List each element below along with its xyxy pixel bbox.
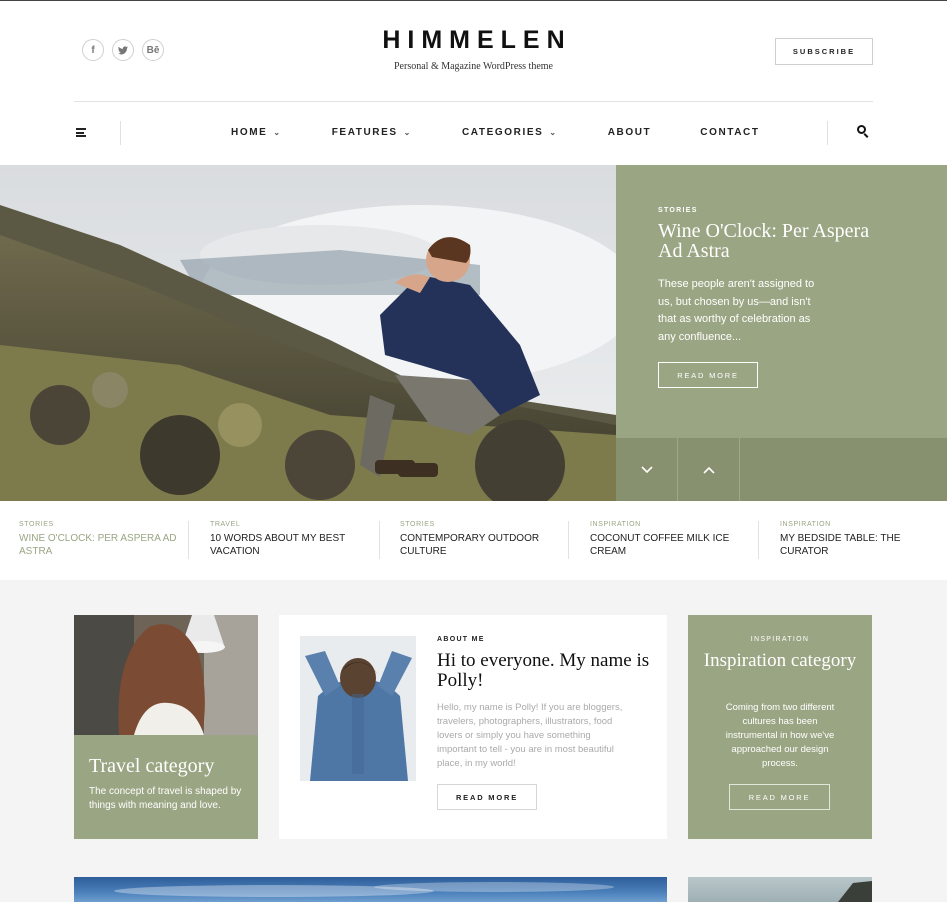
- header-divider: [74, 101, 873, 102]
- about-photo: [300, 636, 416, 781]
- featured-posts-strip: STORIES WINE O'CLOCK: PER ASPERA AD ASTR…: [0, 501, 947, 580]
- inspiration-title[interactable]: Inspiration category: [688, 651, 872, 671]
- woman-hair-photo: [74, 615, 258, 735]
- strip-item[interactable]: STORIES WINE O'CLOCK: PER ASPERA AD ASTR…: [19, 521, 179, 558]
- strip-item[interactable]: STORIES CONTEMPORARY OUTDOOR CULTURE: [400, 521, 560, 558]
- post-image-mountain[interactable]: [688, 877, 872, 902]
- hamburger-icon[interactable]: [76, 128, 86, 137]
- strip-divider: [379, 521, 380, 559]
- nav-divider-right: [827, 121, 828, 145]
- hero-read-more-button[interactable]: READ MORE: [658, 362, 758, 388]
- chevron-down-icon: ⌄: [273, 128, 282, 137]
- about-headline: Hi to everyone. My name is Polly!: [437, 650, 650, 691]
- nav-item-features[interactable]: FEATURES ⌄: [332, 127, 412, 138]
- strip-item-category: TRAVEL: [210, 521, 241, 528]
- strip-item-title[interactable]: MY BEDSIDE TABLE: THE CURATOR: [780, 533, 940, 558]
- girl-denim-jacket-photo: [300, 636, 416, 781]
- nav-divider-left: [120, 121, 121, 145]
- hero-title[interactable]: Wine O'Clock: Per Aspera Ad Astra: [658, 221, 878, 261]
- post-image-sky[interactable]: [74, 877, 667, 902]
- chevron-down-icon: ⌄: [549, 128, 558, 137]
- hero-arrows: [616, 438, 947, 501]
- strip-divider: [188, 521, 189, 559]
- slider-prev-button[interactable]: [678, 438, 740, 501]
- strip-divider: [758, 521, 759, 559]
- strip-item-title[interactable]: CONTEMPORARY OUTDOOR CULTURE: [400, 533, 560, 558]
- travel-category-card[interactable]: Travel category The concept of travel is…: [74, 615, 258, 839]
- nav-item-label: HOME: [231, 127, 268, 138]
- strip-item[interactable]: TRAVEL 10 WORDS ABOUT MY BEST VACATION: [210, 521, 370, 558]
- sky-clouds-photo: [114, 882, 614, 897]
- strip-item-category: STORIES: [19, 521, 54, 528]
- strip-divider: [568, 521, 569, 559]
- inspiration-label[interactable]: INSPIRATION: [688, 636, 872, 643]
- nav-item-label: CONTACT: [700, 127, 760, 138]
- about-body: Hello, my name is Polly! If you are blog…: [437, 702, 623, 769]
- about-label: ABOUT ME: [437, 636, 485, 643]
- hero-image[interactable]: [0, 165, 616, 501]
- hero-panel: STORIES Wine O'Clock: Per Aspera Ad Astr…: [616, 165, 947, 438]
- strip-item[interactable]: INSPIRATION MY BEDSIDE TABLE: THE CURATO…: [780, 521, 940, 558]
- about-read-more-button[interactable]: READ MORE: [437, 784, 537, 810]
- nav-item-home[interactable]: HOME ⌄: [231, 127, 282, 138]
- main-nav: HOME ⌄ FEATURES ⌄ CATEGORIES ⌄ ABOUT CONTAC…: [74, 118, 873, 148]
- nav-item-categories[interactable]: CATEGORIES ⌄: [462, 127, 558, 138]
- inspiration-read-more-button[interactable]: READ MORE: [729, 784, 830, 810]
- slider-next-button[interactable]: [616, 438, 678, 501]
- nav-item-contact[interactable]: CONTACT: [700, 127, 759, 138]
- travel-card-title[interactable]: Travel category: [89, 755, 214, 778]
- search-icon[interactable]: [857, 125, 869, 139]
- hero-category[interactable]: STORIES: [658, 207, 698, 214]
- strip-item-title[interactable]: 10 WORDS ABOUT MY BEST VACATION: [210, 533, 370, 558]
- mountain-photo: [838, 881, 872, 902]
- chevron-down-icon: ⌄: [403, 128, 412, 137]
- strip-item-title[interactable]: COCONUT COFFEE MILK ICE CREAM: [590, 533, 750, 558]
- travel-card-desc: The concept of travel is shaped by thing…: [89, 786, 242, 811]
- subscribe-button[interactable]: SUBSCRIBE: [775, 38, 873, 65]
- hero-photo-mountain-man: [0, 165, 616, 501]
- strip-item-category: INSPIRATION: [780, 521, 831, 528]
- nav-item-label: CATEGORIES: [461, 127, 544, 138]
- nav-item-about[interactable]: ABOUT: [608, 127, 652, 138]
- strip-item-category: INSPIRATION: [590, 521, 641, 528]
- strip-item[interactable]: INSPIRATION COCONUT COFFEE MILK ICE CREA…: [590, 521, 750, 558]
- chevron-down-icon: [640, 465, 653, 473]
- inspiration-category-card: INSPIRATION Inspiration category Coming …: [688, 615, 872, 839]
- nav-item-label: FEATURES: [331, 127, 398, 138]
- hero-excerpt: These people aren't assigned to us, but …: [658, 278, 815, 343]
- inspiration-desc: Coming from two different cultures has b…: [725, 702, 835, 769]
- strip-item-title[interactable]: WINE O'CLOCK: PER ASPERA AD ASTRA: [19, 533, 179, 558]
- travel-card-image: [74, 615, 258, 735]
- strip-item-category: STORIES: [400, 521, 435, 528]
- nav-menu: HOME ⌄ FEATURES ⌄ CATEGORIES ⌄ ABOUT CONTAC…: [231, 127, 760, 138]
- nav-item-label: ABOUT: [607, 127, 652, 138]
- top-border: [0, 0, 947, 1]
- chevron-up-icon: [702, 466, 715, 474]
- about-me-card: ABOUT ME Hi to everyone. My name is Poll…: [279, 615, 667, 839]
